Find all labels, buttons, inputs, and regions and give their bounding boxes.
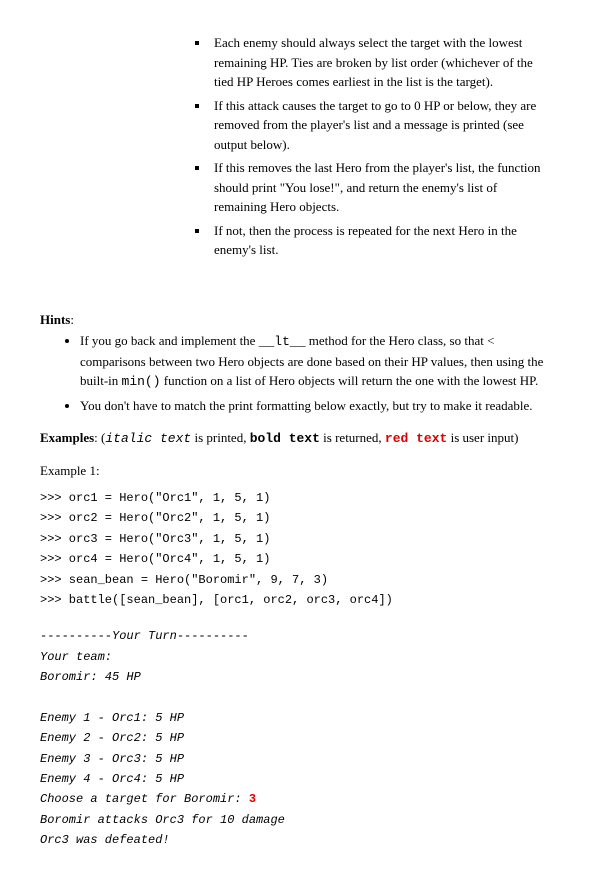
examples-label: Examples [40, 430, 94, 445]
code-inline: __lt__ [259, 334, 306, 349]
output-line: Boromir: 45 HP [40, 670, 141, 684]
sub-bullet: Each enemy should always select the targ… [210, 33, 549, 92]
code-inline: min() [122, 374, 161, 389]
example-number: Example 1: [40, 461, 549, 481]
code-line: >>> orc2 = Hero("Orc2", 1, 5, 1) [40, 511, 270, 525]
output-line: Your team: [40, 650, 112, 664]
output-line: Orc3 was defeated! [40, 833, 170, 847]
code-line: >>> orc1 = Hero("Orc1", 1, 5, 1) [40, 491, 270, 505]
output-line: Choose a target for Boromir: [40, 792, 249, 806]
output-line: Enemy 3 - Orc3: 5 HP [40, 752, 184, 766]
sub-bullet: If this attack causes the target to go t… [210, 96, 549, 155]
code-line: >>> battle([sean_bean], [orc1, orc2, orc… [40, 593, 393, 607]
code-line: >>> orc4 = Hero("Orc4", 1, 5, 1) [40, 552, 270, 566]
output-line: Enemy 1 - Orc1: 5 HP [40, 711, 184, 725]
legend-bold: bold text [250, 431, 320, 446]
legend-red: red text [385, 431, 447, 446]
legend-text: is returned, [320, 430, 385, 445]
hints-label: Hints [40, 312, 70, 327]
examples-legend: Examples: (italic text is printed, bold … [40, 428, 549, 449]
enemy-behavior-list: Each enemy should always select the targ… [170, 33, 549, 260]
sub-bullet: If not, then the process is repeated for… [210, 221, 549, 260]
hints-list: If you go back and implement the __lt__ … [70, 331, 549, 415]
hint-text: If you go back and implement the [80, 333, 259, 348]
legend-text: : ( [94, 430, 105, 445]
output-line: Enemy 2 - Orc2: 5 HP [40, 731, 184, 745]
code-block: >>> orc1 = Hero("Orc1", 1, 5, 1) >>> orc… [40, 488, 549, 610]
legend-italic: italic text [105, 431, 191, 446]
hint-item: You don't have to match the print format… [80, 396, 549, 416]
code-line: >>> orc3 = Hero("Orc3", 1, 5, 1) [40, 532, 270, 546]
legend-text: is user input) [447, 430, 518, 445]
output-line: ----------Your Turn---------- [40, 629, 249, 643]
sub-bullet: If this removes the last Hero from the p… [210, 158, 549, 217]
user-input: 3 [249, 792, 256, 806]
code-line: >>> sean_bean = Hero("Boromir", 9, 7, 3) [40, 573, 328, 587]
hints-section: Hints: If you go back and implement the … [40, 310, 549, 416]
hint-item: If you go back and implement the __lt__ … [80, 331, 549, 392]
output-block: ----------Your Turn---------- Your team:… [40, 626, 549, 850]
legend-text: is printed, [191, 430, 250, 445]
output-line: Boromir attacks Orc3 for 10 damage [40, 813, 285, 827]
output-line: Enemy 4 - Orc4: 5 HP [40, 772, 184, 786]
hint-text: function on a list of Hero objects will … [161, 373, 539, 388]
